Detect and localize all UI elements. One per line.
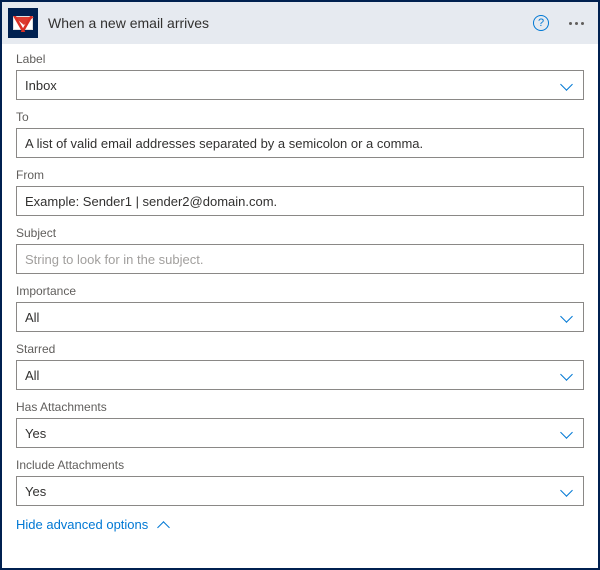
field-starred: Starred All	[16, 342, 584, 390]
field-importance: Importance All	[16, 284, 584, 332]
to-placeholder: A list of valid email addresses separate…	[25, 136, 575, 151]
more-menu-icon[interactable]	[565, 18, 588, 29]
starred-value: All	[25, 368, 559, 383]
card-title: When a new email arrives	[48, 15, 523, 31]
field-label-text: Starred	[16, 342, 584, 356]
label-value: Inbox	[25, 78, 559, 93]
importance-dropdown[interactable]: All	[16, 302, 584, 332]
chevron-down-icon	[559, 309, 575, 325]
importance-value: All	[25, 310, 559, 325]
to-input[interactable]: A list of valid email addresses separate…	[16, 128, 584, 158]
field-label: Label Inbox	[16, 52, 584, 100]
include-attachments-dropdown[interactable]: Yes	[16, 476, 584, 506]
label-dropdown[interactable]: Inbox	[16, 70, 584, 100]
header-actions: ?	[533, 15, 588, 31]
field-from: From Example: Sender1 | sender2@domain.c…	[16, 168, 584, 216]
subject-placeholder: String to look for in the subject.	[25, 252, 575, 267]
has-attachments-value: Yes	[25, 426, 559, 441]
field-to: To A list of valid email addresses separ…	[16, 110, 584, 158]
field-label-text: From	[16, 168, 584, 182]
chevron-down-icon	[559, 425, 575, 441]
field-label-text: To	[16, 110, 584, 124]
chevron-up-icon	[156, 516, 172, 532]
starred-dropdown[interactable]: All	[16, 360, 584, 390]
chevron-down-icon	[559, 77, 575, 93]
help-icon[interactable]: ?	[533, 15, 549, 31]
trigger-card: When a new email arrives ? Label Inbox T…	[0, 0, 600, 570]
field-label-text: Subject	[16, 226, 584, 240]
chevron-down-icon	[559, 367, 575, 383]
field-has-attachments: Has Attachments Yes	[16, 400, 584, 448]
field-label-text: Include Attachments	[16, 458, 584, 472]
field-subject: Subject String to look for in the subjec…	[16, 226, 584, 274]
subject-input[interactable]: String to look for in the subject.	[16, 244, 584, 274]
from-placeholder: Example: Sender1 | sender2@domain.com.	[25, 194, 575, 209]
has-attachments-dropdown[interactable]: Yes	[16, 418, 584, 448]
field-label-text: Label	[16, 52, 584, 66]
field-label-text: Importance	[16, 284, 584, 298]
card-header: When a new email arrives ?	[2, 2, 598, 44]
field-label-text: Has Attachments	[16, 400, 584, 414]
card-body: Label Inbox To A list of valid email add…	[2, 44, 598, 568]
chevron-down-icon	[559, 483, 575, 499]
include-attachments-value: Yes	[25, 484, 559, 499]
field-include-attachments: Include Attachments Yes	[16, 458, 584, 506]
gmail-icon	[8, 8, 38, 38]
toggle-text: Hide advanced options	[16, 517, 148, 532]
from-input[interactable]: Example: Sender1 | sender2@domain.com.	[16, 186, 584, 216]
toggle-advanced-options[interactable]: Hide advanced options	[16, 516, 584, 532]
